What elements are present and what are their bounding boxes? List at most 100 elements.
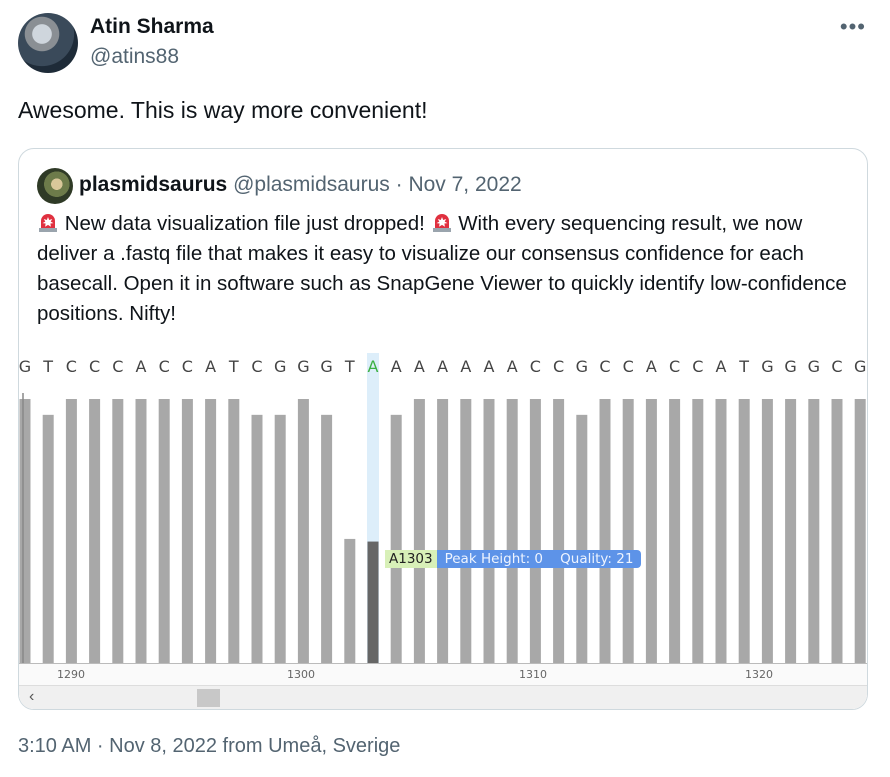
ruler-label: 1300 bbox=[287, 668, 315, 681]
quality-bar bbox=[808, 399, 820, 663]
quality-bar bbox=[738, 399, 750, 663]
quoted-text: New data visualization file just dropped… bbox=[37, 209, 852, 329]
base-letter: T bbox=[228, 357, 239, 376]
quality-bar bbox=[42, 414, 54, 663]
quality-bar bbox=[158, 399, 170, 663]
base-letter: G bbox=[575, 357, 588, 376]
base-letter: A bbox=[645, 357, 657, 376]
base-letter: A bbox=[367, 357, 379, 376]
quality-bar bbox=[135, 399, 147, 663]
quality-bar bbox=[413, 399, 425, 663]
base-letter: C bbox=[599, 357, 611, 376]
quality-bar bbox=[19, 399, 31, 663]
author-handle[interactable]: @atins88 bbox=[90, 45, 179, 69]
base-letter: A bbox=[715, 357, 727, 376]
horizontal-scrollbar[interactable]: ‹ bbox=[19, 685, 867, 709]
quoted-author-name[interactable]: plasmidsaurus bbox=[79, 173, 227, 196]
quality-bar bbox=[553, 399, 565, 663]
position-ruler: 1290 1300 1310 1320 bbox=[19, 663, 867, 686]
base-letter: G bbox=[853, 357, 867, 376]
rotating-light-icon bbox=[432, 214, 451, 232]
quoted-tweet[interactable]: plasmidsaurus @plasmidsaurus · Nov 7, 20… bbox=[18, 148, 868, 710]
base-letter: C bbox=[65, 357, 77, 376]
more-horizontal-icon[interactable]: ••• bbox=[840, 14, 866, 40]
quality-bar bbox=[576, 414, 588, 663]
base-letter: G bbox=[784, 357, 797, 376]
quality-plot bbox=[19, 353, 866, 663]
tooltip-info: Peak Height: 0 Quality: 21 bbox=[436, 550, 642, 568]
sequence-viewer-image: GTCCCACCATCGGGTAAAAAAACCGCCACCATGGGCG A1… bbox=[19, 353, 867, 709]
base-letter: C bbox=[158, 357, 170, 376]
low-quality-bar bbox=[367, 541, 379, 663]
base-letter: C bbox=[181, 357, 193, 376]
quality-bar bbox=[715, 399, 727, 663]
base-letter: C bbox=[89, 357, 101, 376]
quality-bar bbox=[228, 399, 240, 663]
quality-bar bbox=[622, 399, 634, 663]
ruler-label: 1320 bbox=[745, 668, 773, 681]
ruler-label: 1290 bbox=[57, 668, 85, 681]
base-letter: C bbox=[112, 357, 124, 376]
scroll-left-icon[interactable]: ‹ bbox=[29, 688, 34, 706]
quality-bar bbox=[251, 414, 263, 663]
base-letter: A bbox=[483, 357, 495, 376]
quality-bar bbox=[297, 399, 309, 663]
base-letter: T bbox=[344, 357, 355, 376]
base-letter: T bbox=[43, 357, 54, 376]
tweet-timestamp[interactable]: 3:10 AM · Nov 8, 2022 from Umeå, Sverige bbox=[18, 735, 400, 758]
base-letter: A bbox=[437, 357, 449, 376]
base-letter: C bbox=[529, 357, 541, 376]
quoted-text-part1: New data visualization file just dropped… bbox=[64, 212, 425, 235]
scrollbar-thumb[interactable] bbox=[197, 689, 220, 707]
quality-bar bbox=[344, 538, 356, 663]
base-letter: A bbox=[390, 357, 402, 376]
quality-bar bbox=[506, 399, 518, 663]
base-letter: T bbox=[739, 357, 750, 376]
quality-bar bbox=[692, 399, 704, 663]
quality-bar bbox=[785, 399, 797, 663]
quality-bar bbox=[460, 399, 472, 663]
base-letter: G bbox=[18, 357, 32, 376]
quoted-header: plasmidsaurus @plasmidsaurus · Nov 7, 20… bbox=[79, 173, 522, 197]
author-avatar[interactable] bbox=[18, 13, 78, 73]
quality-bar bbox=[529, 399, 541, 663]
base-letter: C bbox=[692, 357, 704, 376]
quality-bar bbox=[390, 414, 402, 663]
base-letter: C bbox=[251, 357, 263, 376]
base-letter: A bbox=[135, 357, 147, 376]
quality-bar bbox=[483, 399, 495, 663]
ruler-label: 1310 bbox=[519, 668, 547, 681]
quality-bar bbox=[89, 399, 101, 663]
quality-bar bbox=[854, 399, 866, 663]
quality-bar bbox=[831, 399, 843, 663]
tooltip-base: A1303 bbox=[385, 550, 437, 568]
quality-bar bbox=[65, 399, 77, 663]
base-letter: G bbox=[320, 357, 333, 376]
quality-bar bbox=[761, 399, 773, 663]
quality-bar bbox=[669, 399, 681, 663]
base-letter: A bbox=[460, 357, 472, 376]
base-letter: G bbox=[807, 357, 820, 376]
quality-bar bbox=[321, 414, 333, 663]
quality-bar bbox=[205, 399, 217, 663]
base-letter: A bbox=[205, 357, 217, 376]
quality-bar bbox=[181, 399, 193, 663]
base-tooltip: A1303 Peak Height: 0 Quality: 21 bbox=[385, 550, 642, 568]
base-letter: C bbox=[669, 357, 681, 376]
quality-bar bbox=[645, 399, 657, 663]
quality-bar bbox=[437, 399, 449, 663]
tweet-text: Awesome. This is way more convenient! bbox=[18, 97, 428, 123]
base-sequence: GTCCCACCATCGGGTAAAAAAACCGCCACCATGGGCG bbox=[19, 353, 867, 383]
quality-bar bbox=[274, 414, 286, 663]
base-letter: C bbox=[831, 357, 843, 376]
base-letter: A bbox=[506, 357, 518, 376]
quality-bar bbox=[599, 399, 611, 663]
quoted-author-avatar[interactable] bbox=[37, 168, 73, 204]
author-name[interactable]: Atin Sharma bbox=[90, 15, 214, 39]
base-letter: G bbox=[761, 357, 774, 376]
quoted-meta: @plasmidsaurus · Nov 7, 2022 bbox=[233, 173, 522, 196]
base-letter: C bbox=[553, 357, 565, 376]
base-letter: C bbox=[622, 357, 634, 376]
base-letter: G bbox=[297, 357, 310, 376]
base-letter: A bbox=[413, 357, 425, 376]
